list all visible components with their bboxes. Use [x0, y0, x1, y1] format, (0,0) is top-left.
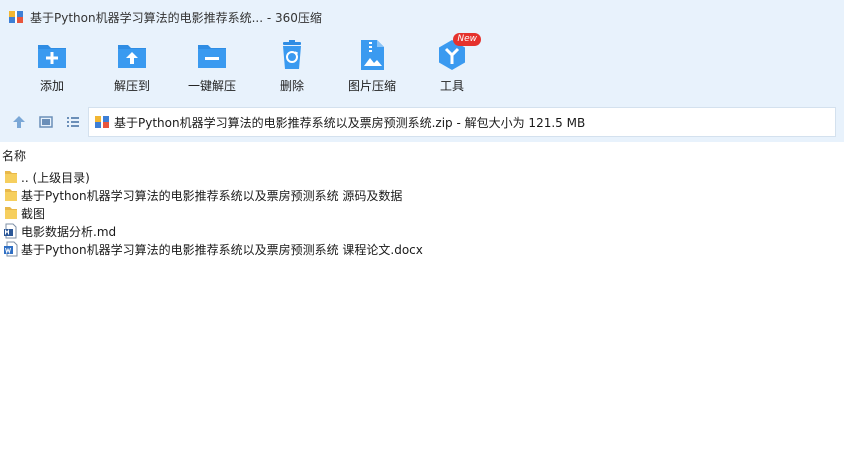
extract-to-label: 解压到 [113, 79, 150, 93]
delete-label: 删除 [279, 79, 304, 93]
folder-icon [5, 189, 17, 201]
list-item[interactable]: 基于Python机器学习算法的电影推荐系统以及票房预测系统 源码及数据 [0, 186, 844, 204]
archive-icon [9, 11, 23, 23]
image-compress-label: 图片压缩 [347, 79, 396, 93]
image-compress-button[interactable]: 图片压缩 [332, 38, 412, 98]
add-label: 添加 [39, 79, 64, 93]
one-click-extract-label: 一键解压 [187, 79, 236, 93]
file-name: .. (上级目录) [21, 170, 90, 185]
toolbar: 添加 解压到 一键解压 删除 图片压缩 New 工具 [0, 33, 844, 102]
md-file-icon [4, 223, 17, 239]
title-bar: 基于Python机器学习算法的电影推荐系统... - 360压缩 [0, 0, 844, 34]
tools-button[interactable]: New 工具 [412, 33, 492, 98]
up-level-button[interactable] [7, 110, 31, 134]
add-folder-icon [38, 45, 66, 68]
list-item[interactable]: .. (上级目录) [0, 168, 844, 186]
window-title: 基于Python机器学习算法的电影推荐系统... - 360压缩 [30, 10, 322, 25]
list-view-button[interactable] [61, 110, 85, 134]
file-list: .. (上级目录) 基于Python机器学习算法的电影推荐系统以及票房预测系统 … [0, 168, 844, 258]
list-item[interactable]: 截图 [0, 204, 844, 222]
archive-icon [95, 116, 109, 128]
delete-button[interactable]: 删除 [252, 38, 332, 98]
add-button[interactable]: 添加 [12, 38, 92, 98]
image-compress-icon [361, 40, 384, 70]
file-name: 截图 [21, 206, 46, 221]
list-view-icon [67, 117, 79, 127]
new-badge: New [453, 33, 481, 46]
extract-to-button[interactable]: 解压到 [92, 38, 172, 98]
recycle-bin-icon [283, 40, 301, 69]
name-column-header[interactable]: 名称 [2, 147, 26, 164]
archive-path: 基于Python机器学习算法的电影推荐系统以及票房预测系统.zip - 解包大小… [114, 115, 586, 130]
arrow-up-icon [13, 116, 25, 128]
one-click-extract-icon [198, 45, 226, 68]
thumbnail-view-button[interactable] [34, 110, 58, 134]
folder-icon [5, 207, 17, 219]
thumbnail-view-icon [39, 116, 53, 128]
tools-icon-wrap: New [435, 33, 481, 72]
list-item[interactable]: 基于Python机器学习算法的电影推荐系统以及票房预测系统 课程论文.docx [0, 240, 844, 258]
address-bar[interactable]: 基于Python机器学习算法的电影推荐系统以及票房预测系统.zip - 解包大小… [88, 107, 836, 137]
file-name: 电影数据分析.md [21, 224, 117, 239]
column-header: 名称 [0, 145, 844, 165]
tools-label: 工具 [439, 79, 464, 93]
navigation-bar: 基于Python机器学习算法的电影推荐系统以及票房预测系统.zip - 解包大小… [0, 102, 844, 142]
file-name: 基于Python机器学习算法的电影推荐系统以及票房预测系统 课程论文.docx [21, 242, 423, 257]
extract-folder-icon [118, 45, 146, 68]
word-document-icon [4, 241, 18, 257]
one-click-extract-button[interactable]: 一键解压 [172, 38, 252, 98]
folder-icon [5, 171, 17, 183]
list-item[interactable]: 电影数据分析.md [0, 222, 844, 240]
file-name: 基于Python机器学习算法的电影推荐系统以及票房预测系统 源码及数据 [21, 188, 403, 203]
